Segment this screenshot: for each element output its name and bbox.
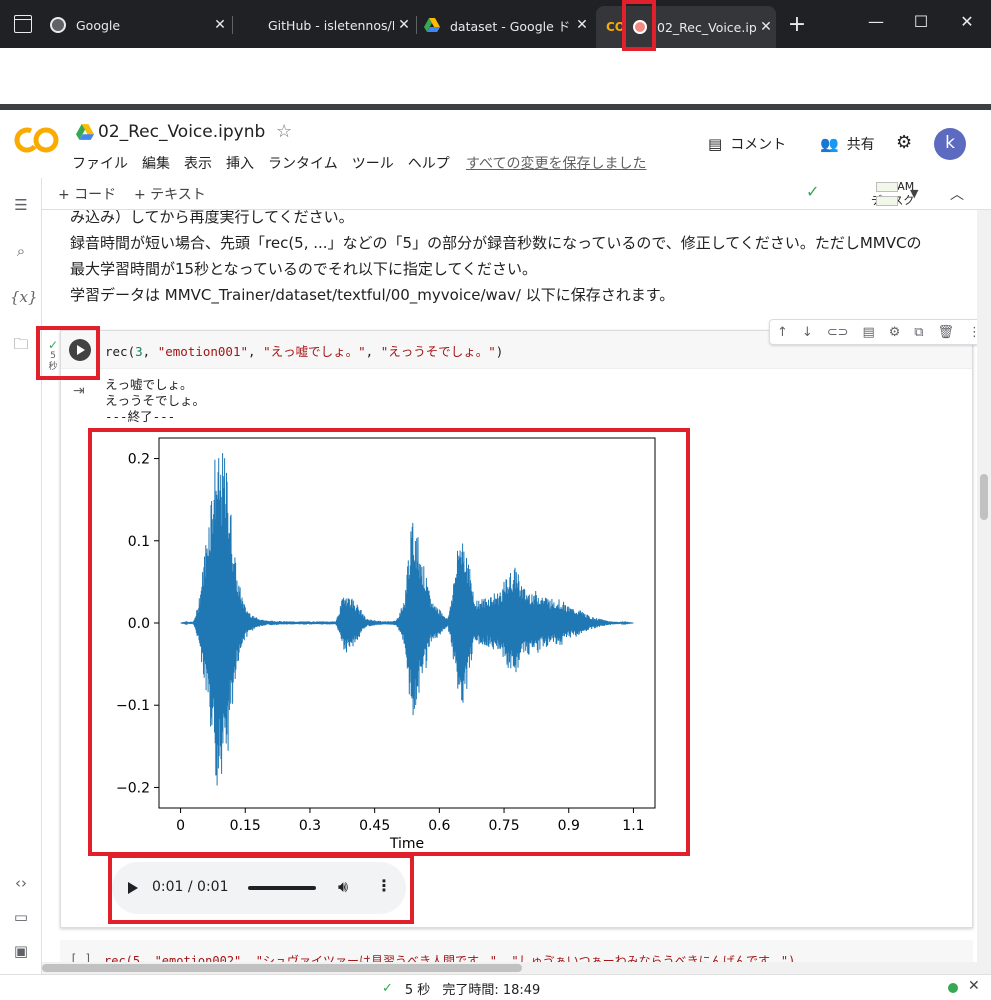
ram-bar <box>876 182 898 192</box>
annotation-highlight-audio <box>108 854 414 924</box>
drive-icon[interactable] <box>76 124 94 140</box>
save-status[interactable]: すべての変更を保存しました <box>466 153 646 173</box>
tab-separator <box>232 16 233 34</box>
vertical-scroll-thumb[interactable] <box>980 474 988 520</box>
github-icon <box>242 17 258 33</box>
mirror-cell-icon[interactable]: ⧉ <box>914 325 923 340</box>
search-icon[interactable]: ⌕ <box>10 242 32 264</box>
comment-button[interactable]: ▤ コメント <box>708 134 786 154</box>
comment-icon: ▤ <box>708 135 723 153</box>
code-line[interactable]: rec(3, "emotion001", "えっ嘘でしょ。", "えっうそでしょ… <box>105 341 503 360</box>
vertical-scrollbar[interactable] <box>977 210 991 974</box>
minimize-button[interactable]: — <box>866 12 886 31</box>
people-icon: 👥 <box>820 135 839 153</box>
add-code-button[interactable]: + コード <box>58 184 116 204</box>
google-icon <box>50 17 66 33</box>
browser-omnibar-area <box>0 48 991 104</box>
link-icon[interactable]: ⊂⊃ <box>827 325 849 340</box>
collapse-icon[interactable]: ︿ <box>950 184 964 204</box>
tab-drive[interactable]: dataset - Google ドライ ✕ <box>424 8 592 42</box>
terminal-icon[interactable]: ▣ <box>10 942 32 964</box>
execution-duration: 5 秒 <box>404 983 431 998</box>
avatar[interactable]: k <box>934 128 966 160</box>
left-rail: ☰ ⌕ {x} 🗀 ‹› ▭ ▣ <box>0 178 42 978</box>
menu-help[interactable]: ヘルプ <box>408 153 450 173</box>
annotation-highlight-tab <box>622 0 656 51</box>
chevron-down-icon[interactable]: ▼ <box>910 187 918 200</box>
check-icon: ✓ <box>382 981 393 996</box>
window-close-button[interactable]: ✕ <box>957 12 977 31</box>
colab-logo[interactable] <box>14 126 60 154</box>
star-icon[interactable]: ☆ <box>276 121 292 142</box>
horizontal-scroll-thumb[interactable] <box>42 964 522 972</box>
add-text-button[interactable]: + テキスト <box>134 184 206 204</box>
drive-icon <box>424 18 440 32</box>
gear-icon[interactable]: ⚙ <box>896 132 912 153</box>
annotation-highlight-run <box>36 326 100 380</box>
variables-icon[interactable]: {x} <box>10 288 38 310</box>
text-cell[interactable]: み込み）してから再度実行してください。 録音時間が短い場合、先頭「rec(5, … <box>70 210 970 308</box>
menu-view[interactable]: 表示 <box>184 153 212 173</box>
output-icon[interactable]: ⇥ <box>73 383 85 399</box>
status-bar: ✓ 5 秒 完了時間: 18:49 ✕ <box>0 974 991 1000</box>
table-of-contents-icon[interactable]: ☰ <box>10 196 32 218</box>
cell-output-text: えっ嘘でしょ。 えっうそでしょ。 ---終了--- <box>105 377 206 424</box>
menu-tools[interactable]: ツール <box>352 153 394 173</box>
completion-time: 完了時間: 18:49 <box>442 983 541 998</box>
notebook-toolbar: + コード + テキスト ✓ RAM ディスク ▼ ︿ <box>42 178 991 210</box>
move-down-icon[interactable]: ↓ <box>802 325 813 340</box>
disk-bar <box>876 196 898 206</box>
close-icon[interactable]: ✕ <box>968 978 980 994</box>
browser-divider <box>0 104 991 110</box>
annotation-highlight-chart <box>88 428 690 856</box>
command-palette-icon[interactable]: ▭ <box>10 908 32 930</box>
menu-runtime[interactable]: ランタイム <box>268 153 338 173</box>
menu-edit[interactable]: 編集 <box>142 153 170 173</box>
close-icon[interactable]: ✕ <box>210 17 230 33</box>
move-up-icon[interactable]: ↑ <box>777 325 788 340</box>
menu-bar: ファイル 編集 表示 挿入 ランタイム ツール ヘルプ <box>72 153 450 173</box>
tab-actions-icon[interactable] <box>14 15 32 33</box>
menu-insert[interactable]: 挿入 <box>226 153 254 173</box>
browser-tab-strip: Google ✕ GitHub - isletennos/M ✕ dataset… <box>0 0 991 48</box>
more-vert-icon[interactable]: ⋮ <box>968 325 977 340</box>
close-icon[interactable]: ✕ <box>572 17 592 33</box>
cell-toolbar: ↑ ↓ ⊂⊃ ▤ ⚙ ⧉ 🗑 ⋮ <box>769 319 977 345</box>
notebook-title[interactable]: 02_Rec_Voice.ipynb <box>98 122 265 142</box>
code-snippets-icon[interactable]: ‹› <box>10 874 32 896</box>
share-button[interactable]: 👥 共有 <box>820 134 875 154</box>
tab-github[interactable]: GitHub - isletennos/M ✕ <box>242 8 414 42</box>
connected-check-icon: ✓ <box>806 182 820 201</box>
close-icon[interactable]: ✕ <box>756 19 776 35</box>
tab-google[interactable]: Google ✕ <box>50 8 230 42</box>
tab-separator <box>416 16 417 34</box>
folder-icon[interactable]: 🗀 <box>10 334 32 356</box>
gear-icon[interactable]: ⚙ <box>889 325 901 340</box>
trash-icon[interactable]: 🗑 <box>938 325 955 340</box>
maximize-button[interactable]: ☐ <box>911 12 931 31</box>
menu-file[interactable]: ファイル <box>72 153 128 173</box>
new-tab-button[interactable]: + <box>786 12 808 37</box>
close-icon[interactable]: ✕ <box>394 17 414 33</box>
comment-icon[interactable]: ▤ <box>862 325 874 340</box>
connection-status-dot <box>948 983 958 993</box>
